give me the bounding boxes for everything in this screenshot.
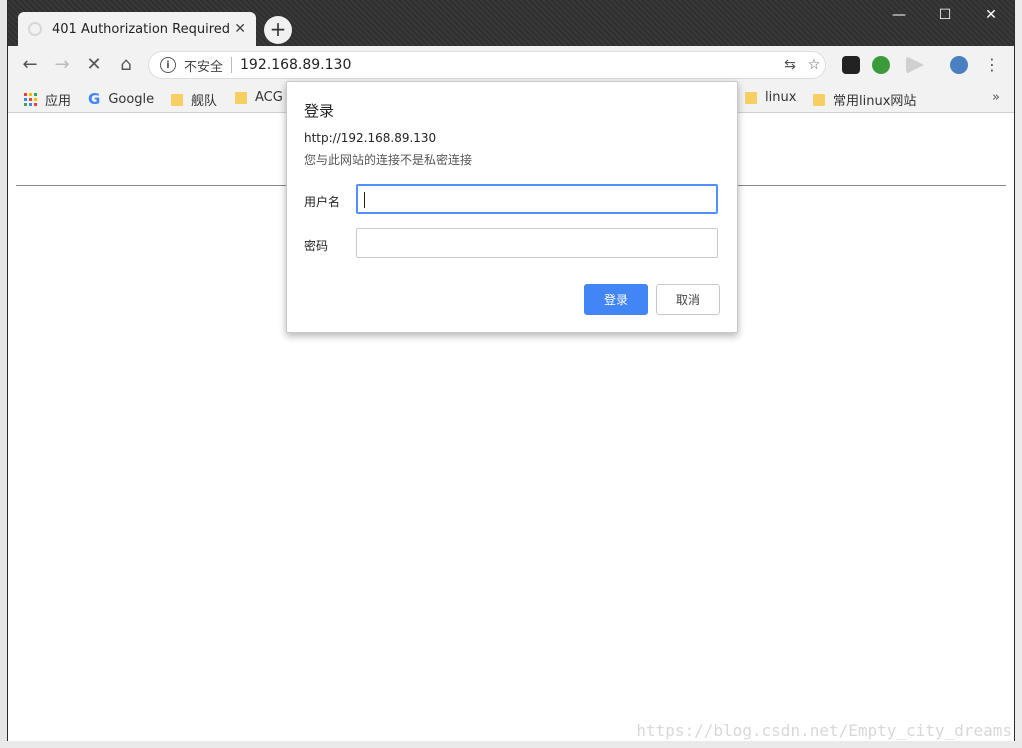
text-caret (364, 192, 365, 208)
star-icon[interactable]: ☆ (802, 57, 826, 73)
translate-icon[interactable]: ⇆ (778, 57, 802, 73)
google-icon: G (88, 90, 101, 108)
background-strip-left (0, 0, 7, 748)
tab-title: 401 Authorization Required (52, 21, 231, 37)
extension-icon[interactable] (842, 56, 860, 74)
bookmark-label: 应用 (45, 94, 72, 109)
password-label: 密码 (304, 239, 329, 253)
login-dialog: 登录 http://192.168.89.130 您与此网站的连接不是私密连接 … (286, 81, 738, 333)
username-input[interactable] (356, 184, 718, 214)
info-icon[interactable]: i (160, 57, 176, 73)
browser-tab[interactable]: 401 Authorization Required ✕ (18, 12, 256, 46)
home-button[interactable]: ⌂ (114, 53, 138, 77)
back-button[interactable]: ← (18, 53, 42, 77)
bookmark-label: ACG (255, 90, 283, 105)
extension-arrow-icon[interactable] (906, 56, 924, 74)
folder-icon (745, 91, 757, 104)
background-strip-bottom (0, 741, 1022, 748)
profile-avatar-icon[interactable] (950, 56, 968, 74)
bookmark-label: Google (108, 91, 155, 107)
password-input[interactable] (356, 228, 718, 258)
bookmark-folder-linux-sites[interactable]: 常用linux网站 (813, 90, 916, 109)
bookmark-folder-linux[interactable]: linux (745, 90, 796, 105)
username-label: 用户名 (304, 195, 341, 209)
dialog-host: http://192.168.89.130 (304, 131, 437, 145)
background-strip-right (1015, 0, 1022, 748)
folder-icon (235, 91, 247, 104)
menu-icon[interactable]: ⋮ (984, 56, 1000, 74)
bookmark-folder-fleet[interactable]: 舰队 (171, 90, 217, 109)
extension-globe-icon[interactable] (872, 56, 890, 74)
security-label[interactable]: 不安全 (184, 56, 223, 75)
bookmark-apps[interactable]: 应用 (24, 90, 71, 109)
new-tab-button[interactable]: + (264, 16, 292, 44)
url-text[interactable]: 192.168.89.130 (240, 57, 778, 73)
cancel-button[interactable]: 取消 (656, 284, 720, 315)
watermark-text: https://blog.csdn.net/Empty_city_dreams (636, 721, 1012, 740)
bookmark-folder-acg[interactable]: ACG (235, 90, 283, 105)
dialog-warning: 您与此网站的连接不是私密连接 (304, 153, 473, 167)
bookmark-label: 常用linux网站 (833, 94, 917, 109)
omnibox-separator (231, 57, 233, 73)
address-bar[interactable]: i 不安全 192.168.89.130 ⇆ ☆ (148, 51, 826, 79)
dialog-title: 登录 (304, 102, 335, 120)
tab-close-icon[interactable]: ✕ (234, 21, 246, 37)
minimize-button[interactable]: — (884, 6, 914, 24)
folder-icon (813, 93, 825, 106)
bookmark-label: linux (765, 90, 797, 105)
apps-grid-icon (24, 93, 37, 106)
stop-button[interactable]: ✕ (82, 53, 106, 77)
folder-icon (171, 93, 183, 106)
toolbar: ← → ✕ ⌂ i 不安全 192.168.89.130 ⇆ ☆ ⋮ (8, 46, 1014, 84)
close-window-button[interactable]: ✕ (976, 6, 1006, 24)
maximize-button[interactable]: ☐ (930, 6, 960, 24)
bookmarks-overflow-icon[interactable]: » (992, 90, 1000, 105)
bookmark-google[interactable]: G Google (88, 90, 154, 108)
bookmark-label: 舰队 (191, 94, 218, 109)
login-button[interactable]: 登录 (584, 284, 648, 315)
forward-button[interactable]: → (50, 53, 74, 77)
loading-spinner-icon (28, 22, 42, 36)
title-bar: 401 Authorization Required ✕ + — ☐ ✕ (8, 0, 1014, 46)
